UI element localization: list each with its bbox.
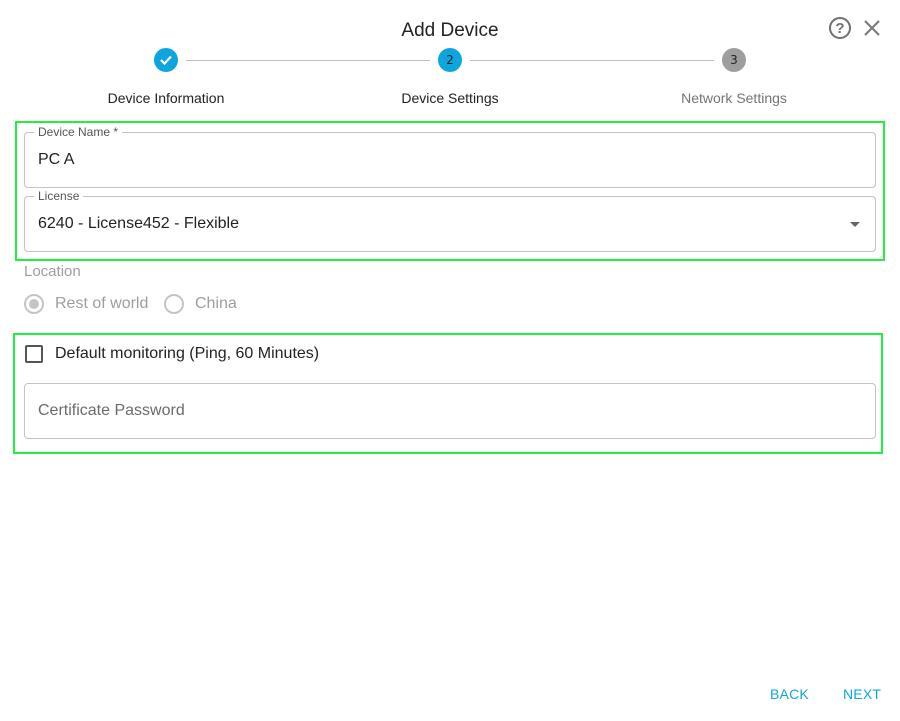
step-2-active: 2 [438,48,462,72]
dialog-title: Add Device [401,20,499,41]
add-device-dialog: Add Device ? 2 3 Device Information Devi… [0,0,900,721]
step-1-completed [154,48,178,72]
step-label-device-settings: Device Settings [401,90,499,106]
radio-label-china[interactable]: China [195,295,237,313]
device-name-value: PC A [38,151,75,168]
certificate-password-field[interactable]: Certificate Password [24,383,876,439]
license-select[interactable]: License 6240 - License452 - Flexible [24,189,876,252]
default-monitoring-checkbox[interactable] [25,345,43,363]
check-icon [160,55,172,66]
next-button[interactable]: NEXT [843,686,881,702]
radio-rest-of-world[interactable] [24,294,44,314]
close-icon[interactable] [862,17,882,39]
radio-selected-dot [29,299,39,309]
device-name-label: Device Name * [34,125,123,139]
help-icon[interactable]: ? [829,17,851,39]
step-connector [470,60,714,61]
back-button[interactable]: BACK [770,686,809,702]
license-label: License [34,189,84,203]
license-value: 6240 - License452 - Flexible [38,215,240,232]
device-name-field[interactable]: Device Name * PC A [24,125,876,188]
default-monitoring-label[interactable]: Default monitoring (Ping, 60 Minutes) [55,345,319,363]
location-label: Location [24,263,81,280]
dropdown-arrow-icon[interactable] [850,222,860,227]
radio-label-rest-of-world[interactable]: Rest of world [55,295,148,313]
step-label-device-information: Device Information [107,90,225,106]
step-3-inactive: 3 [722,48,746,72]
certificate-password-placeholder: Certificate Password [38,402,185,419]
step-connector [186,60,430,61]
radio-china[interactable] [164,294,184,314]
step-label-network-settings: Network Settings [681,90,787,106]
